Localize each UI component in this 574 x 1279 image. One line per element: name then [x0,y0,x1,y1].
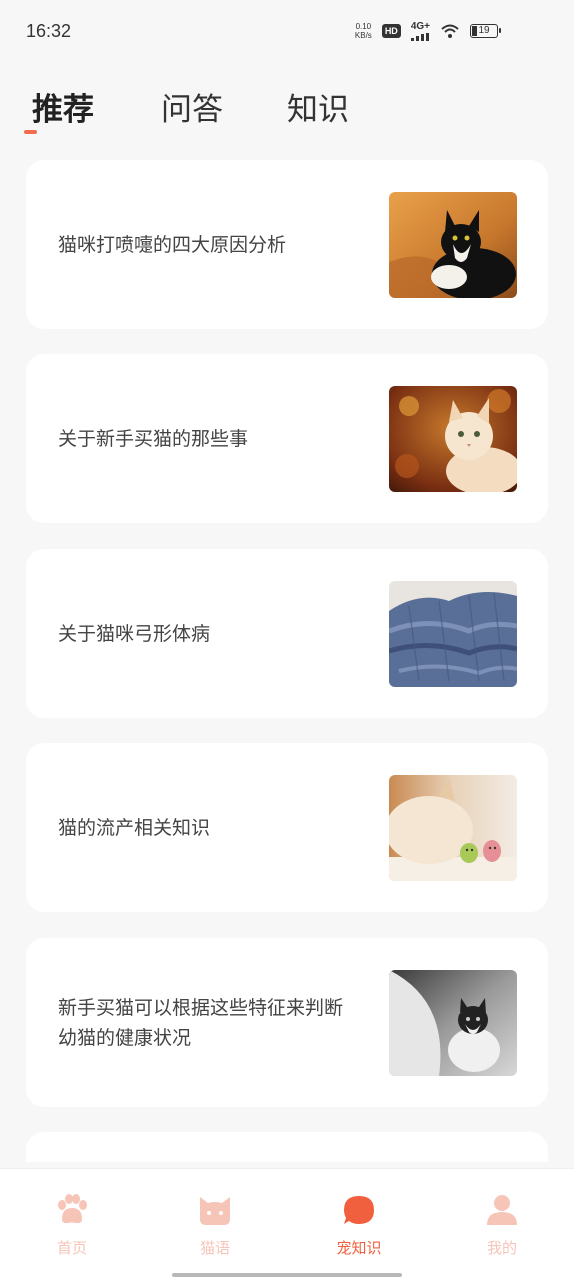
status-icons: 0.10 KB/s HD 4G+ 19 [355,20,501,41]
home-indicator[interactable] [172,1273,402,1277]
kitten-grayscale-photo [389,970,517,1076]
battery-level: 19 [478,25,490,36]
category-tabs: 推荐 问答 知识 [0,84,574,140]
fluffy-cat-autumn-leaves-photo [389,386,517,492]
article-thumbnail [389,970,517,1076]
nav-label-profile: 我的 [486,1239,517,1257]
wifi-icon [441,24,459,38]
article-card[interactable]: 猫咪打喷嚏的四大原因分析 [26,160,548,329]
nav-item-pet-knowledge[interactable]: 宠知识 [304,1193,414,1263]
person-icon [487,1195,517,1225]
bottom-nav: 首页 猫语 宠知识 我的 [0,1168,574,1279]
article-title: 关于新手买猫的那些事 [58,427,249,450]
tab-qa[interactable]: 问答 [161,84,223,129]
paw-icon [58,1194,87,1224]
battery-icon: 19 [470,24,501,38]
signal-icon: 4G+ [410,20,430,41]
network-speed-unit: KB/s [354,31,372,40]
cat-with-toys-photo [389,775,517,881]
signal-label: 4G+ [410,20,430,32]
status-bar: 16:32 0.10 KB/s HD 4G+ 19 [0,0,574,62]
hd-icon: HD [381,24,401,38]
nav-label-pet-knowledge: 宠知识 [336,1239,382,1257]
article-title: 猫的流产相关知识 [58,816,211,839]
article-card[interactable]: 关于猫咪弓形体病 [26,549,548,718]
network-speed: 0.10 KB/s [355,22,372,40]
nav-label-home: 首页 [56,1239,87,1257]
article-thumbnail [389,775,517,881]
article-card[interactable]: 猫的流产相关知识 [26,743,548,912]
network-speed-value: 0.10 [355,22,372,31]
article-title: 关于猫咪弓形体病 [58,622,211,645]
nav-item-home[interactable]: 首页 [17,1193,127,1263]
blue-knit-sweater-photo [389,581,517,687]
article-thumbnail [389,581,517,687]
article-title: 新手买猫可以根据这些特征来判断幼猫的健康状况 [58,996,344,1049]
tab-recommend[interactable]: 推荐 [32,84,94,129]
chat-bubble-icon [344,1196,374,1224]
signal-bars [410,32,429,41]
article-card[interactable]: 关于新手买猫的那些事 [26,354,548,523]
article-thumbnail [389,386,517,492]
cat-face-icon [200,1197,230,1225]
article-card-partial[interactable] [26,1132,548,1162]
active-tab-indicator [24,130,37,134]
article-title: 猫咪打喷嚏的四大原因分析 [58,233,287,256]
tab-knowledge[interactable]: 知识 [287,84,349,129]
status-time: 16:32 [26,20,72,41]
black-white-cat-photo [389,192,517,298]
article-card[interactable]: 新手买猫可以根据这些特征来判断幼猫的健康状况 [26,938,548,1107]
nav-item-profile[interactable]: 我的 [447,1193,557,1263]
article-thumbnail [389,192,517,298]
nav-label-cat-language: 猫语 [199,1239,230,1257]
nav-item-cat-language[interactable]: 猫语 [160,1193,270,1263]
